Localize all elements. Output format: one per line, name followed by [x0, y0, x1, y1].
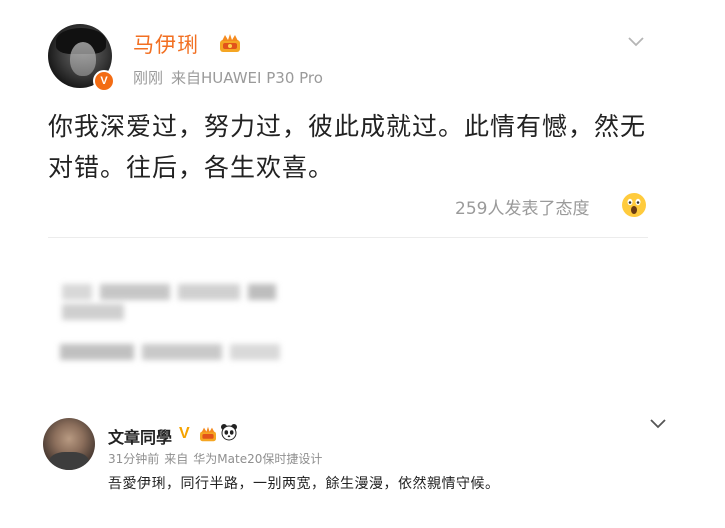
verified-icon: V: [93, 70, 115, 92]
source-prefix: 来自: [171, 69, 202, 87]
weibo-post-1: V 马伊琍 刚刚 来自HUAWEI P30 Pro 你我深爱过，努力过，彼此成就过…: [0, 0, 725, 260]
chevron-down-icon[interactable]: [627, 36, 645, 48]
post-body-2: 吾愛伊琍，同行半路，一别两宽，餘生漫漫，依然親情守候。: [108, 476, 500, 492]
post-meta-2: 31分钟前 来自 华为Mate20保时捷设计: [108, 450, 327, 467]
post-divider: [48, 237, 648, 238]
post-source-2[interactable]: 华为Mate20保时捷设计: [193, 452, 322, 466]
post-time: 刚刚: [133, 69, 164, 87]
reaction-count[interactable]: 259人发表了态度: [455, 194, 589, 219]
post-source[interactable]: HUAWEI P30 Pro: [201, 69, 323, 87]
wow-emoji-icon[interactable]: [621, 192, 647, 218]
crown-icon-2: [200, 426, 216, 442]
source-prefix-2: 来自: [164, 452, 189, 466]
verified-icon-2: V: [179, 425, 190, 442]
panda-icon: [221, 424, 237, 441]
post-body: 你我深爱过，努力过，彼此成就过。此情有憾，然无对错。往后，各生欢喜。: [48, 112, 647, 182]
author-avatar-2[interactable]: [43, 418, 95, 470]
blurred-content-row-2: [60, 344, 290, 362]
author-name[interactable]: 马伊琍: [133, 29, 199, 59]
post-meta: 刚刚 来自HUAWEI P30 Pro: [133, 67, 331, 88]
blurred-content-row-1: [62, 284, 352, 320]
weibo-screenshot: V 马伊琍 刚刚 来自HUAWEI P30 Pro 你我深爱过，努力过，彼此成就过…: [0, 0, 725, 528]
chevron-down-icon-2[interactable]: [649, 418, 667, 430]
crown-icon: [220, 34, 240, 52]
post-time-2: 31分钟前: [108, 452, 160, 466]
author-name-2[interactable]: 文章同學: [108, 424, 172, 448]
